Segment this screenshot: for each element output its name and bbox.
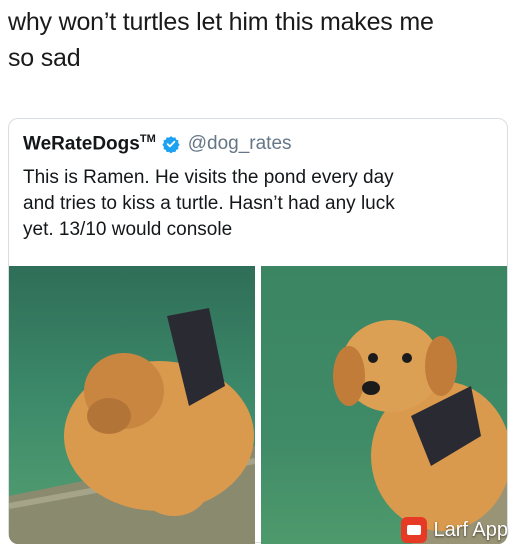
embedded-tweet-card[interactable]: WeRateDogsTM @dog_rates This is Ramen. H…	[8, 118, 508, 544]
watermark-text: Larf App	[433, 518, 508, 541]
caption-line-2: so sad	[8, 44, 81, 72]
tweet-photo-puppy-drinking[interactable]	[9, 266, 255, 544]
tweet-text-line-3: yet. 13/10 would console	[23, 219, 233, 240]
trademark-mark: TM	[139, 132, 156, 145]
tweet-media-grid	[9, 266, 507, 544]
tweet-header: WeRateDogsTM @dog_rates	[23, 131, 292, 157]
larf-app-watermark: Larf App	[401, 517, 508, 543]
tweet-text-line-1: This is Ramen. He visits the pond every …	[23, 167, 394, 188]
tweet-display-name[interactable]: WeRateDogsTM	[23, 133, 156, 155]
larf-logo-icon	[401, 517, 428, 543]
tweet-photo-puppy-looking[interactable]	[261, 266, 507, 544]
caption-line-1: why won’t turtles let him this makes me	[8, 8, 434, 36]
verified-badge-icon	[162, 135, 180, 154]
tweet-text-line-2: and tries to kiss a turtle. Hasn’t had a…	[23, 193, 395, 214]
tweet-body: This is Ramen. He visits the pond every …	[23, 165, 493, 243]
post-caption: why won’t turtles let him this makes me …	[8, 4, 508, 76]
tweet-handle[interactable]: @dog_rates	[188, 133, 292, 155]
